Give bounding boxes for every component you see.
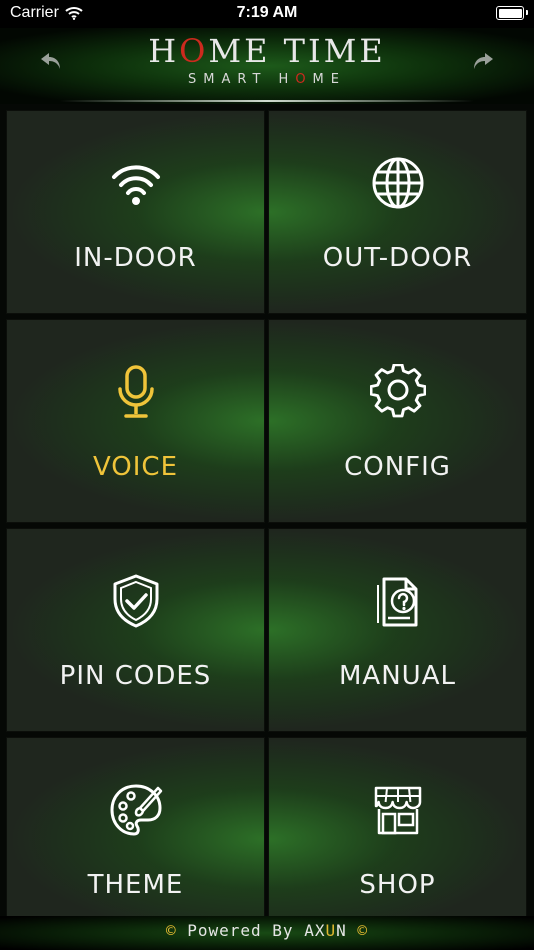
tile-theme[interactable]: THEME [6,737,265,941]
tile-label-manual: MANUAL [339,661,456,691]
forward-button[interactable] [470,48,496,74]
footer-suffix: N [336,921,347,940]
battery-icon [496,6,528,20]
tile-label-pin-codes: PIN CODES [59,661,212,691]
globe-icon [372,157,423,209]
tile-label-out-door: OUT-DOOR [322,243,473,273]
app-subtitle-part2: ME [312,72,346,87]
app-title-part1: H [148,32,180,70]
app-title-accent: O [179,32,209,70]
tile-in-door[interactable]: IN-DOOR [6,110,265,314]
app-subtitle-part1: SMART H [188,72,296,87]
gear-icon [369,364,426,418]
wifi-icon [111,165,160,205]
footer-accent: U [325,921,337,940]
tile-config[interactable]: CONFIG [268,319,527,523]
status-time: 7:19 AM [236,4,298,21]
tile-label-config: CONFIG [344,452,451,482]
tile-out-door[interactable]: OUT-DOOR [268,110,527,314]
app-header: HOME TIME SMART HOME [0,28,534,104]
app-subtitle-accent: O [295,72,313,87]
copyright-symbol-right: © [357,921,369,940]
storefront-icon [374,786,421,835]
document-question-icon [376,577,417,627]
app-title-part2: ME TIME [208,32,386,70]
shield-check-icon [113,574,158,628]
forward-arrow-icon [474,53,493,69]
tile-pin-codes[interactable]: PIN CODES [6,528,265,732]
tile-label-shop: SHOP [359,870,436,900]
copyright-symbol-left: © [165,921,177,940]
app-subtitle: SMART HOME [0,72,534,87]
footer-credit: © Powered By AXUN © [0,916,534,950]
tile-manual[interactable]: MANUAL [268,528,527,732]
tile-label-voice: VOICE [92,452,179,482]
app-title: HOME TIME [0,32,534,70]
menu-grid: IN-DOOR OUT-DOOR VOICE CONFIG PIN CODES … [0,104,534,941]
status-bar: Carrier 7:19 AM [0,0,534,28]
tile-label-theme: THEME [87,870,184,900]
palette-icon [110,784,162,836]
microphone-icon [117,365,154,418]
footer-prefix: Powered By AX [187,921,326,940]
tile-voice[interactable]: VOICE [6,319,265,523]
tile-shop[interactable]: SHOP [268,737,527,941]
tile-label-in-door: IN-DOOR [74,243,197,273]
